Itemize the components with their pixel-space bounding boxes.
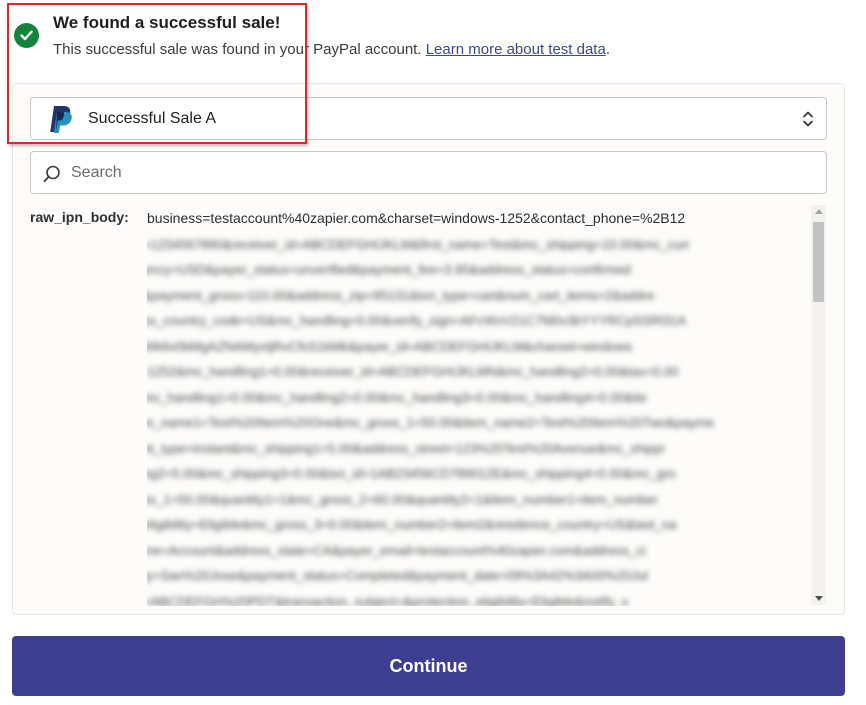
blurred-line: Wk6v0bMgAZNAMyvtjRvCfsS1kMk&payer_id=ABC… — [147, 338, 633, 354]
search-input[interactable] — [71, 160, 811, 186]
check-circle-icon — [14, 23, 39, 48]
blurred-line: nt_type=instant&mc_shipping1=5.00&addres… — [147, 440, 665, 456]
scroll-down-arrow-icon[interactable] — [815, 596, 823, 601]
scrollbar[interactable] — [811, 205, 826, 605]
blurred-line: ty=San%20Jose&payment_status=Completed&p… — [147, 568, 648, 583]
success-subtitle: This successful sale was found in your P… — [53, 41, 610, 58]
paypal-logo-icon — [45, 104, 75, 139]
up-down-chevron-icon — [802, 110, 814, 133]
search-box — [30, 151, 827, 194]
learn-more-link[interactable]: Learn more about test data — [426, 41, 606, 58]
field-key-raw-ipn-body: raw_ipn_body: — [30, 209, 129, 225]
blurred-line: eligibility=Eligible&mc_gross_3=0.00&ite… — [147, 517, 677, 532]
blurred-line: ss_country_code=US&mc_handling=0.00&veri… — [147, 313, 687, 328]
scroll-up-arrow-icon[interactable] — [815, 209, 823, 214]
blurred-line: ency=USD&payer_status=unverified&payment… — [147, 262, 631, 277]
continue-button[interactable]: Continue — [12, 636, 845, 696]
field-value-raw-ipn-body: business=testaccount%40zapier.com&charse… — [147, 206, 805, 606]
blurred-line: m_name1=Test%20Item%20One&mc_gross_1=50.… — [147, 415, 715, 430]
blurred-line: ng2=5.00&mc_shipping3=0.00&txn_id=1AB234… — [147, 466, 676, 481]
success-subtitle-text: This successful sale was found in your P… — [53, 41, 422, 58]
subtitle-period: . — [605, 41, 610, 58]
blurred-line: me=Account&address_state=CA&payer_email=… — [147, 542, 646, 558]
blurred-line: &payment_gross=110.00&address_zip=95131&… — [147, 287, 655, 303]
blurred-line: -1252&mc_handling1=0.00&receiver_id=ABCD… — [147, 364, 679, 379]
field-value-text: business=testaccount%40zapier.com&charse… — [147, 210, 686, 226]
search-icon — [42, 164, 62, 189]
blurred-line: =ABCDEFGH%20PDT&transaction_subject=&pro… — [147, 593, 629, 607]
sample-select-value: Successful Sale A — [88, 110, 217, 127]
sample-select[interactable]: Successful Sale A — [30, 97, 827, 140]
blurred-line: mc_handling1=0.00&mc_handling2=0.00&mc_h… — [147, 389, 647, 405]
success-title: We found a successful sale! — [53, 13, 281, 32]
scrollbar-thumb[interactable] — [813, 222, 824, 302]
blurred-line: +1234567890&receiver_id=ABCDEFGHIJKLM&fi… — [147, 236, 691, 252]
blurred-line: ss_1=50.00&quantity1=1&mc_gross_2=60.00&… — [147, 491, 658, 507]
